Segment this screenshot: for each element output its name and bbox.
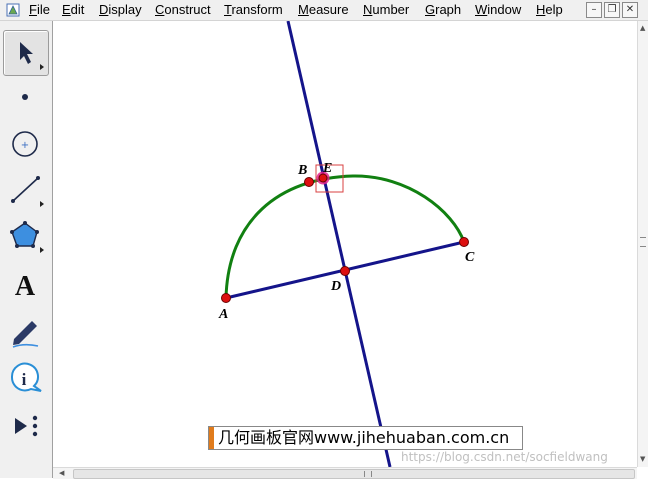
scroll-left-icon[interactable]: ◀ [59, 469, 64, 478]
toolbox: + A i [0, 21, 53, 478]
straightedge-tool-icon [11, 176, 44, 207]
blog-watermark: https://blog.csdn.net/socfieldwang [401, 450, 608, 464]
label-d: D [330, 279, 341, 294]
polygon-tool[interactable] [4, 214, 48, 258]
website-banner: 几何画板官网www.jihehuaban.com.cn [208, 426, 523, 450]
menu-transform[interactable]: Transform [224, 2, 283, 18]
point-a[interactable] [221, 293, 231, 303]
banner-stripe [209, 427, 214, 449]
point-c[interactable] [459, 237, 469, 247]
compass-tool-icon: + [12, 131, 38, 157]
scroll-up-icon[interactable]: ▲ [640, 24, 645, 33]
banner-text: 几何画板官网www.jihehuaban.com.cn [218, 428, 510, 447]
menu-help[interactable]: Help [536, 2, 563, 18]
point-b[interactable] [304, 177, 314, 187]
custom-tool-icon [15, 415, 38, 437]
scroll-grip-icon [364, 471, 372, 477]
label-a: A [218, 307, 228, 322]
menu-display[interactable]: Display [99, 2, 142, 18]
menu-measure[interactable]: Measure [298, 2, 349, 18]
information-tool-icon: i [10, 362, 42, 392]
menu-bar: File Edit Display Construct Transform Me… [0, 0, 648, 21]
point-tool-icon [22, 94, 28, 100]
menu-file[interactable]: File [29, 2, 50, 18]
point-d[interactable] [340, 266, 350, 276]
app-icon [6, 3, 20, 17]
restore-icon[interactable]: ❐ [604, 2, 620, 18]
label-b: B [297, 163, 307, 178]
sketch-drawing: A B C D E [218, 21, 475, 467]
menu-number[interactable]: Number [363, 2, 409, 18]
information-tool[interactable]: i [4, 355, 48, 399]
sketch-canvas[interactable]: A B C D E [53, 21, 637, 467]
close-icon[interactable]: ✕ [622, 2, 638, 18]
marker-tool[interactable] [4, 309, 48, 353]
scroll-grip-icon [640, 237, 646, 247]
minimize-icon[interactable]: – [586, 2, 602, 18]
polygon-tool-icon [10, 221, 44, 253]
perpendicular-line[interactable] [286, 21, 392, 467]
text-tool[interactable]: A [4, 262, 48, 306]
text-tool-icon: A [15, 271, 36, 302]
custom-tool[interactable] [4, 404, 48, 448]
arc-ac[interactable] [224, 174, 466, 299]
compass-tool[interactable]: + [4, 122, 48, 166]
point-tool[interactable] [4, 76, 48, 120]
vertical-scrollbar[interactable]: ▲ ▼ [637, 21, 648, 467]
arrow-select-icon [20, 42, 44, 70]
svg-text:A: A [15, 271, 36, 302]
marker-tool-icon [12, 321, 39, 348]
svg-text:+: + [21, 140, 29, 151]
menu-construct[interactable]: Construct [155, 2, 211, 18]
menu-graph[interactable]: Graph [425, 2, 461, 18]
label-e: E [322, 161, 332, 176]
straightedge-tool[interactable] [4, 168, 48, 212]
menu-window[interactable]: Window [475, 2, 521, 18]
label-c: C [465, 250, 475, 265]
horizontal-scrollbar[interactable]: ◀ [53, 467, 637, 479]
scroll-down-icon[interactable]: ▼ [640, 455, 645, 464]
svg-text:i: i [22, 370, 27, 389]
menu-edit[interactable]: Edit [62, 2, 84, 18]
arrow-select-tool[interactable] [3, 30, 49, 76]
